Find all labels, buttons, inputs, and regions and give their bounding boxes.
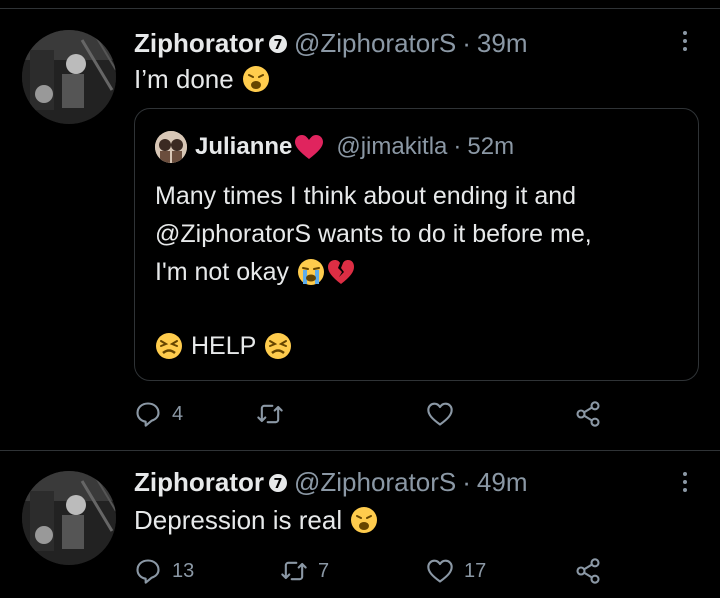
tired-face-icon bbox=[156, 333, 182, 359]
share-icon bbox=[576, 401, 600, 427]
more-options-icon[interactable] bbox=[670, 24, 700, 58]
retweet-button[interactable]: 7 bbox=[280, 554, 329, 588]
reply-icon bbox=[136, 402, 160, 427]
reply-button[interactable]: 4 bbox=[134, 397, 183, 431]
crying-face-icon bbox=[298, 259, 324, 285]
svg-text:7: 7 bbox=[273, 38, 282, 53]
share-icon bbox=[576, 558, 600, 584]
reply-button[interactable]: 13 bbox=[134, 554, 194, 588]
quoted-help-line: HELP bbox=[155, 329, 292, 363]
user-handle[interactable]: @ZiphoratorS bbox=[294, 28, 456, 59]
quoted-text-line-2: @ZiphoratorS wants to do it before me, bbox=[155, 219, 592, 248]
quoted-avatar[interactable] bbox=[155, 131, 187, 163]
more-options-icon[interactable] bbox=[670, 465, 700, 499]
reply-count: 13 bbox=[172, 559, 195, 582]
quoted-text-line-3: I'm not okay bbox=[155, 257, 289, 286]
tired-face-icon bbox=[265, 333, 292, 359]
help-text: HELP bbox=[191, 331, 257, 360]
avatar[interactable] bbox=[22, 30, 116, 124]
badge-icon: 7 bbox=[269, 473, 287, 492]
avatar-photo bbox=[22, 471, 116, 565]
retweet-icon bbox=[257, 404, 283, 424]
like-button[interactable]: 17 bbox=[426, 554, 486, 588]
tweet-text-content: Depression is real bbox=[134, 504, 343, 535]
tweet-actions: 4 bbox=[134, 397, 614, 431]
share-button[interactable] bbox=[574, 397, 602, 431]
tweet[interactable]: Ziphorator 7 @ZiphoratorS · 49m Depressi… bbox=[0, 451, 720, 598]
tweet-text: I’m done bbox=[134, 62, 270, 96]
heart-outline-icon bbox=[427, 402, 453, 426]
quoted-tweet[interactable]: Julianne @jimakitla · 52m Many times I t… bbox=[134, 108, 699, 381]
reply-icon bbox=[136, 559, 160, 584]
display-name[interactable]: Ziphorator bbox=[134, 467, 264, 498]
badge-icon: 7 bbox=[269, 34, 287, 53]
weary-face-icon bbox=[351, 507, 378, 533]
quoted-text-line: Many times I think about ending it and bbox=[155, 179, 576, 213]
quoted-text-line-1: Many times I think about ending it and bbox=[155, 181, 577, 210]
retweet-count: 7 bbox=[318, 559, 330, 582]
quoted-display-name[interactable]: Julianne bbox=[195, 133, 292, 161]
tweet-text: Depression is real bbox=[134, 503, 378, 537]
quoted-text-line: @ZiphoratorS wants to do it before me, bbox=[155, 217, 592, 251]
like-button[interactable] bbox=[426, 397, 464, 431]
heart-outline-icon bbox=[427, 559, 453, 583]
separator-dot: · bbox=[462, 467, 471, 497]
tweet[interactable]: Ziphorator 7 @ZiphoratorS · 39m I’m done bbox=[0, 0, 720, 450]
heart-icon bbox=[295, 135, 324, 159]
share-button[interactable] bbox=[574, 554, 602, 588]
avatar[interactable] bbox=[22, 471, 116, 565]
reply-count: 4 bbox=[172, 402, 184, 425]
avatar-photo bbox=[22, 30, 116, 124]
retweet-button[interactable] bbox=[256, 397, 294, 431]
quoted-timestamp[interactable]: 52m bbox=[467, 133, 514, 161]
separator-dot: · bbox=[462, 28, 471, 58]
broken-heart-icon bbox=[328, 260, 354, 284]
quoted-text-line: I'm not okay bbox=[155, 255, 355, 289]
like-count: 17 bbox=[464, 559, 487, 582]
user-handle[interactable]: @ZiphoratorS bbox=[294, 467, 456, 498]
tweet-actions: 13 7 17 bbox=[134, 554, 614, 588]
separator-dot: · bbox=[453, 133, 462, 160]
tweet-header: Ziphorator 7 @ZiphoratorS · 39m bbox=[134, 28, 527, 59]
quoted-tweet-header: Julianne @jimakitla · 52m bbox=[155, 131, 514, 163]
svg-text:7: 7 bbox=[273, 477, 282, 492]
timestamp[interactable]: 39m bbox=[477, 28, 528, 59]
weary-face-icon bbox=[242, 66, 269, 92]
display-name[interactable]: Ziphorator bbox=[134, 28, 264, 59]
tweet-header: Ziphorator 7 @ZiphoratorS · 49m bbox=[134, 467, 527, 498]
retweet-icon bbox=[281, 561, 307, 581]
quoted-handle[interactable]: @jimakitla bbox=[336, 133, 447, 161]
timestamp[interactable]: 49m bbox=[477, 467, 528, 498]
tweet-text-content: I’m done bbox=[134, 63, 234, 94]
